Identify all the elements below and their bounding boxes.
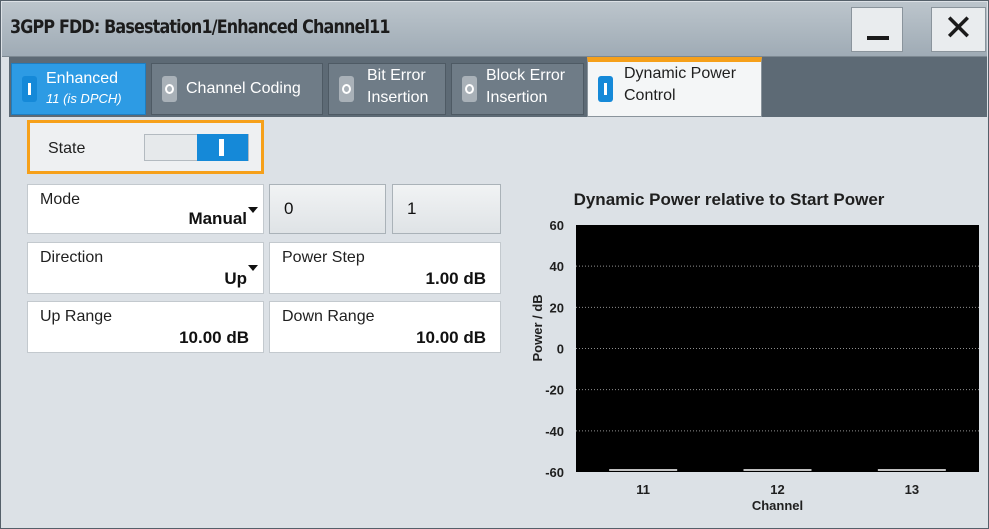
tab-channel-coding[interactable]: Channel Coding — [151, 63, 323, 115]
state-switch[interactable] — [144, 134, 249, 161]
up-range-label: Up Range — [40, 308, 113, 325]
power-chart: 60 40 20 0 -20 -40 -60 11 12 13 Channel Power / dB — [530, 218, 979, 513]
y-tick-label: -20 — [545, 383, 564, 398]
switch-on-icon — [197, 134, 248, 161]
y-tick-label: 40 — [550, 259, 564, 274]
minimize-icon — [867, 36, 889, 40]
down-range-value: 10.00 dB — [416, 328, 486, 347]
direction-select[interactable]: Direction Up — [27, 242, 264, 294]
state-label: State — [48, 140, 86, 157]
up-range-value: 10.00 dB — [179, 328, 249, 347]
x-axis-label: Channel — [752, 498, 803, 513]
mode-select[interactable]: Mode Manual — [27, 184, 264, 234]
chart-title: Dynamic Power relative to Start Power — [573, 190, 885, 209]
power-step-field[interactable]: Power Step 1.00 dB — [269, 242, 501, 294]
tab-enhanced[interactable]: Enhanced 11 (is DPCH) — [11, 63, 146, 115]
toggle-off-icon — [162, 76, 177, 102]
tab-block-error-insertion[interactable]: Block Error Insertion — [451, 63, 584, 115]
tab-dynamic-power-control[interactable]: Dynamic Power Control — [587, 57, 762, 117]
down-range-label: Down Range — [282, 308, 375, 325]
chevron-down-icon — [248, 207, 258, 213]
tab-block-error-label2: Insertion — [486, 89, 548, 106]
y-tick-label: -60 — [545, 465, 564, 480]
toggle-on-icon — [598, 76, 613, 102]
tab-block-error-label: Block Error — [486, 67, 566, 84]
content-panel: State Mode Manual 0 1 Direction Up Power… — [9, 117, 987, 527]
close-button[interactable]: ✕ — [931, 7, 986, 52]
state-row: State — [27, 120, 264, 174]
x-tick-label: 12 — [770, 482, 784, 497]
mode-value: Manual — [188, 209, 247, 228]
x-tick-label: 13 — [905, 482, 919, 497]
tab-bit-error-label: Bit Error — [367, 67, 426, 84]
mode-label: Mode — [40, 191, 81, 208]
title-bar: 3GPP FDD: Basestation1/Enhanced Channel1… — [2, 2, 987, 57]
up-range-field[interactable]: Up Range 10.00 dB — [27, 301, 264, 353]
down-range-field[interactable]: Down Range 10.00 dB — [269, 301, 501, 353]
toggle-on-icon — [22, 76, 37, 102]
y-tick-label: 60 — [550, 218, 564, 233]
power-step-value: 1.00 dB — [425, 269, 486, 288]
toggle-off-icon — [462, 76, 477, 102]
direction-label: Direction — [40, 249, 104, 266]
minimize-button[interactable] — [851, 7, 903, 52]
direction-value: Up — [224, 269, 247, 288]
tab-dynamic-power-label: Dynamic Power — [624, 65, 737, 82]
toggle-off-icon — [339, 76, 354, 102]
y-tick-label: 20 — [550, 300, 564, 315]
y-axis-label: Power / dB — [530, 294, 545, 361]
tab-enhanced-sub: 11 (is DPCH) — [46, 91, 122, 106]
y-tick-label: 0 — [557, 342, 564, 357]
button-0-label: 0 — [284, 199, 294, 218]
button-1-label: 1 — [407, 199, 417, 218]
button-1[interactable]: 1 — [392, 184, 501, 234]
y-tick-label: -40 — [545, 424, 564, 439]
tab-dynamic-power-label2: Control — [624, 87, 676, 104]
tab-bit-error-label2: Insertion — [367, 89, 429, 106]
tab-strip: Enhanced 11 (is DPCH) Channel Coding Bit… — [9, 57, 987, 117]
window-title: 3GPP FDD: Basestation1/Enhanced Channel1… — [10, 16, 391, 38]
close-icon: ✕ — [943, 8, 974, 49]
button-0[interactable]: 0 — [269, 184, 386, 234]
dialog-window: 3GPP FDD: Basestation1/Enhanced Channel1… — [0, 0, 989, 529]
power-step-label: Power Step — [282, 249, 365, 266]
chevron-down-icon — [248, 265, 258, 271]
tab-enhanced-label: Enhanced — [46, 70, 119, 87]
tab-bit-error-insertion[interactable]: Bit Error Insertion — [328, 63, 446, 115]
tab-channel-coding-label: Channel Coding — [186, 80, 301, 97]
x-tick-label: 11 — [636, 482, 650, 497]
